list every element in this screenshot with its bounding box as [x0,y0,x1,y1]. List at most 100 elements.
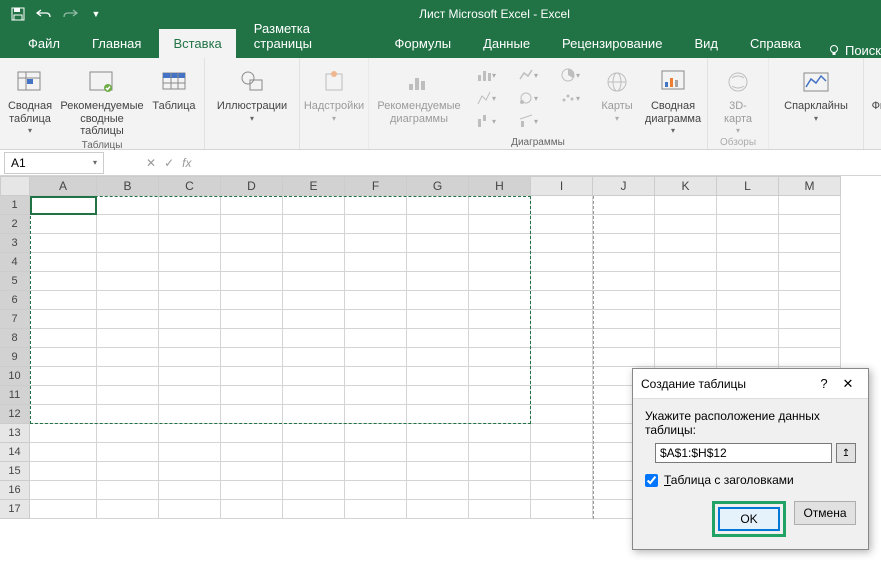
column-header[interactable]: E [283,176,345,196]
cell[interactable] [283,367,345,386]
tab-insert[interactable]: Вставка [159,29,235,58]
cell[interactable] [469,405,531,424]
cell[interactable] [717,253,779,272]
cell[interactable] [531,424,593,443]
cell[interactable] [30,234,97,253]
column-header[interactable]: H [469,176,531,196]
cell[interactable] [345,291,407,310]
cell[interactable] [345,481,407,500]
cell[interactable] [469,348,531,367]
cell[interactable] [531,196,593,215]
cell[interactable] [655,348,717,367]
map-3d-button[interactable]: 3D- карта ▾ [714,62,762,135]
cell[interactable] [469,481,531,500]
cell[interactable] [717,348,779,367]
cell[interactable] [283,272,345,291]
cell[interactable] [221,291,283,310]
column-header[interactable]: F [345,176,407,196]
cell[interactable] [469,443,531,462]
sparklines-button[interactable]: Спарклайны ▾ [775,62,857,123]
cell[interactable] [779,329,841,348]
cell[interactable] [30,329,97,348]
cell[interactable] [531,462,593,481]
row-header[interactable]: 7 [0,310,30,329]
cell[interactable] [531,253,593,272]
cell[interactable] [407,291,469,310]
tab-home[interactable]: Главная [78,29,155,58]
row-header[interactable]: 4 [0,253,30,272]
cell[interactable] [469,462,531,481]
cell[interactable] [345,462,407,481]
cell[interactable] [779,234,841,253]
row-header[interactable]: 10 [0,367,30,386]
cell[interactable] [593,234,655,253]
column-header[interactable]: A [30,176,97,196]
row-header[interactable]: 6 [0,291,30,310]
cell[interactable] [30,348,97,367]
cell[interactable] [159,481,221,500]
cell[interactable] [469,367,531,386]
cell[interactable] [159,329,221,348]
cell[interactable] [531,215,593,234]
cell[interactable] [345,196,407,215]
cell[interactable] [469,500,531,519]
cell[interactable] [593,329,655,348]
cell[interactable] [345,253,407,272]
cell[interactable] [221,253,283,272]
cell[interactable] [30,443,97,462]
tab-formulas[interactable]: Формулы [381,29,466,58]
cell[interactable] [97,215,159,234]
cell[interactable] [159,196,221,215]
range-input[interactable] [655,443,832,463]
cell[interactable] [717,291,779,310]
cell[interactable] [97,443,159,462]
cell[interactable] [159,500,221,519]
cell[interactable] [593,215,655,234]
cell[interactable] [531,386,593,405]
cell[interactable] [221,405,283,424]
cell[interactable] [221,272,283,291]
scatter-chart-button[interactable]: ▾ [551,87,589,109]
select-all-button[interactable] [0,176,30,196]
row-header[interactable]: 17 [0,500,30,519]
cell[interactable] [407,329,469,348]
cell[interactable] [283,386,345,405]
cell[interactable] [159,272,221,291]
cell[interactable] [97,481,159,500]
cell[interactable] [221,310,283,329]
cell[interactable] [407,367,469,386]
cell[interactable] [283,348,345,367]
cell[interactable] [469,424,531,443]
undo-icon[interactable] [32,2,56,26]
tab-page-layout[interactable]: Разметка страницы [240,14,377,58]
cell[interactable] [221,196,283,215]
cell[interactable] [407,215,469,234]
range-picker-icon[interactable]: ↥ [836,443,856,463]
tab-help[interactable]: Справка [736,29,815,58]
cell[interactable] [283,500,345,519]
cell[interactable] [221,462,283,481]
cell[interactable] [655,215,717,234]
cell[interactable] [779,310,841,329]
cell[interactable] [345,500,407,519]
cell[interactable] [531,329,593,348]
cell[interactable] [593,272,655,291]
recommended-pivot-button[interactable]: Рекомендуемые сводные таблицы [58,62,146,138]
ok-button[interactable]: OK [718,507,780,531]
help-icon[interactable]: ? [812,376,836,391]
fx-icon[interactable]: fx [182,156,191,170]
cell[interactable] [97,310,159,329]
cell[interactable] [779,215,841,234]
cell[interactable] [97,462,159,481]
cell[interactable] [30,310,97,329]
cell[interactable] [407,348,469,367]
column-header[interactable]: L [717,176,779,196]
cell[interactable] [30,462,97,481]
cell[interactable] [717,234,779,253]
cell[interactable] [30,481,97,500]
cell[interactable] [655,291,717,310]
cell[interactable] [221,500,283,519]
cell[interactable] [655,310,717,329]
cell[interactable] [531,367,593,386]
cell[interactable] [97,329,159,348]
